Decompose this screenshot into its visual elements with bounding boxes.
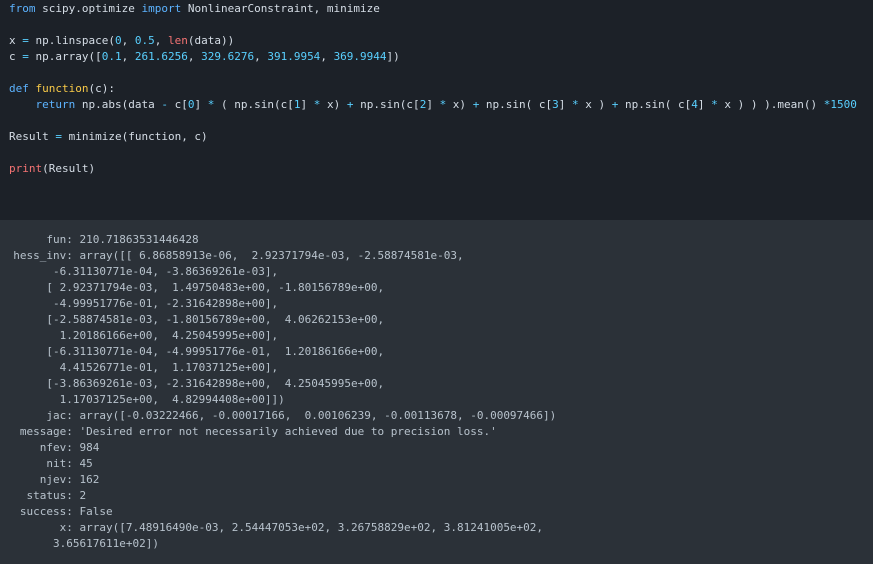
output-line-hess-inv: hess_inv: array([[ 6.86858913e-06, 2.923…: [0, 249, 464, 262]
code-line-def: def function(c):: [9, 81, 115, 97]
return-text: np.sin( c[: [479, 98, 553, 111]
code-line-print: print(Result): [9, 161, 95, 177]
code-editor[interactable]: from scipy.optimize import NonlinearCons…: [0, 0, 873, 220]
x-arg-start: 0: [114, 34, 122, 47]
return-text: x ) ) ).mean(): [717, 98, 824, 111]
c-value: 0.1: [101, 50, 122, 63]
return-text: ]: [194, 98, 208, 111]
c-array-call: np.array([: [28, 50, 102, 63]
c-sep: ,: [121, 50, 135, 63]
return-text: ]: [300, 98, 314, 111]
c-call-end: ]): [386, 50, 400, 63]
output-line: 4.41526771e-01, 1.17037125e+00],: [0, 361, 279, 374]
return-text: ]: [558, 98, 573, 111]
output-line-nit: nit: 45: [0, 457, 93, 470]
print-builtin: print: [9, 162, 43, 175]
keyword-def: def: [9, 82, 29, 95]
output-line-nfev: nfev: 984: [0, 441, 100, 454]
code-line-x: x = np.linspace(0, 0.5, len(data)): [9, 33, 234, 49]
minus-op: -: [161, 98, 168, 111]
result-assign-op: =: [55, 130, 62, 143]
output-line: -6.31130771e-04, -3.86369261e-03],: [0, 265, 279, 278]
code-line-import: from scipy.optimize import NonlinearCons…: [9, 1, 380, 17]
return-text: ]: [426, 98, 440, 111]
return-text: np.sin( c[: [618, 98, 692, 111]
imported-names: NonlinearConstraint, minimize: [181, 2, 380, 15]
keyword-import: import: [141, 2, 182, 15]
c-value: 329.6276: [201, 50, 255, 63]
output-line: 1.17037125e+00, 4.82994408e+00]]): [0, 393, 285, 406]
output-line-jac: jac: array([-0.03222466, -0.00017166, 0.…: [0, 409, 557, 422]
keyword-return: return: [35, 98, 76, 111]
c-var: c: [9, 50, 23, 63]
c-assign-op: =: [22, 50, 29, 63]
output-line: [ 2.92371794e-03, 1.49750483e+00, -1.801…: [0, 281, 385, 294]
minimize-call: minimize(function, c): [61, 130, 208, 143]
return-text: x): [446, 98, 473, 111]
x-sep: ,: [121, 34, 135, 47]
output-line: 1.20186166e+00, 4.25045995e+00],: [0, 329, 279, 342]
c-sep: ,: [320, 50, 334, 63]
keyword-from: from: [9, 2, 36, 15]
result-var: Result: [9, 130, 56, 143]
return-text: np.abs(data: [75, 98, 162, 111]
index-literal: 4: [691, 98, 698, 111]
return-text: x): [320, 98, 347, 111]
code-line-return: return np.abs(data - c[0] * ( np.sin(c[1…: [9, 97, 857, 113]
c-sep: ,: [254, 50, 268, 63]
return-text: c[: [167, 98, 188, 111]
c-value: 369.9944: [333, 50, 387, 63]
output-line: [-6.31130771e-04, -4.99951776e-01, 1.201…: [0, 345, 385, 358]
function-params: (c):: [88, 82, 115, 95]
output-panel: fun: 210.71863531446428 hess_inv: array(…: [0, 220, 873, 564]
module-name: scipy.optimize: [35, 2, 142, 15]
index-literal: 3: [552, 98, 559, 111]
c-sep: ,: [187, 50, 202, 63]
def-space: [29, 82, 36, 95]
len-builtin: len: [167, 34, 188, 47]
x-assign-op: =: [22, 34, 29, 47]
print-args: (Result): [42, 162, 96, 175]
multiply-op: *: [711, 98, 718, 111]
code-line-c: c = np.array([0.1, 261.6256, 329.6276, 3…: [9, 49, 400, 65]
x-arg-stop: 0.5: [134, 34, 155, 47]
output-line-njev: njev: 162: [0, 473, 100, 486]
output-line-fun: fun: 210.71863531446428: [0, 233, 199, 246]
output-line: [-2.58874581e-03, -1.80156789e+00, 4.062…: [0, 313, 385, 326]
function-name: function: [35, 82, 89, 95]
output-line: -4.99951776e-01, -2.31642898e+00],: [0, 297, 279, 310]
x-call-end: (data)): [187, 34, 235, 47]
output-line-message: message: 'Desired error not necessarily …: [0, 425, 497, 438]
c-value: 391.9954: [267, 50, 321, 63]
multiply-op: *: [572, 98, 579, 111]
output-line-x: x: array([7.48916490e-03, 2.54447053e+02…: [0, 521, 544, 534]
return-text: np.sin(c[: [353, 98, 420, 111]
x-var: x: [9, 34, 23, 47]
output-line: [-3.86369261e-03, -2.31642898e+00, 4.250…: [0, 377, 385, 390]
output-line: 3.65617611e+02]): [0, 537, 159, 550]
return-text: ( np.sin(c[: [214, 98, 294, 111]
scale-literal: 1500: [830, 98, 857, 111]
output-line-success: success: False: [0, 505, 113, 518]
c-value: 261.6256: [134, 50, 188, 63]
x-linspace-call: np.linspace(: [28, 34, 115, 47]
return-text: x ): [578, 98, 612, 111]
x-sep: ,: [154, 34, 168, 47]
output-line-status: status: 2: [0, 489, 87, 502]
return-text: ]: [697, 98, 712, 111]
code-line-result: Result = minimize(function, c): [9, 129, 208, 145]
